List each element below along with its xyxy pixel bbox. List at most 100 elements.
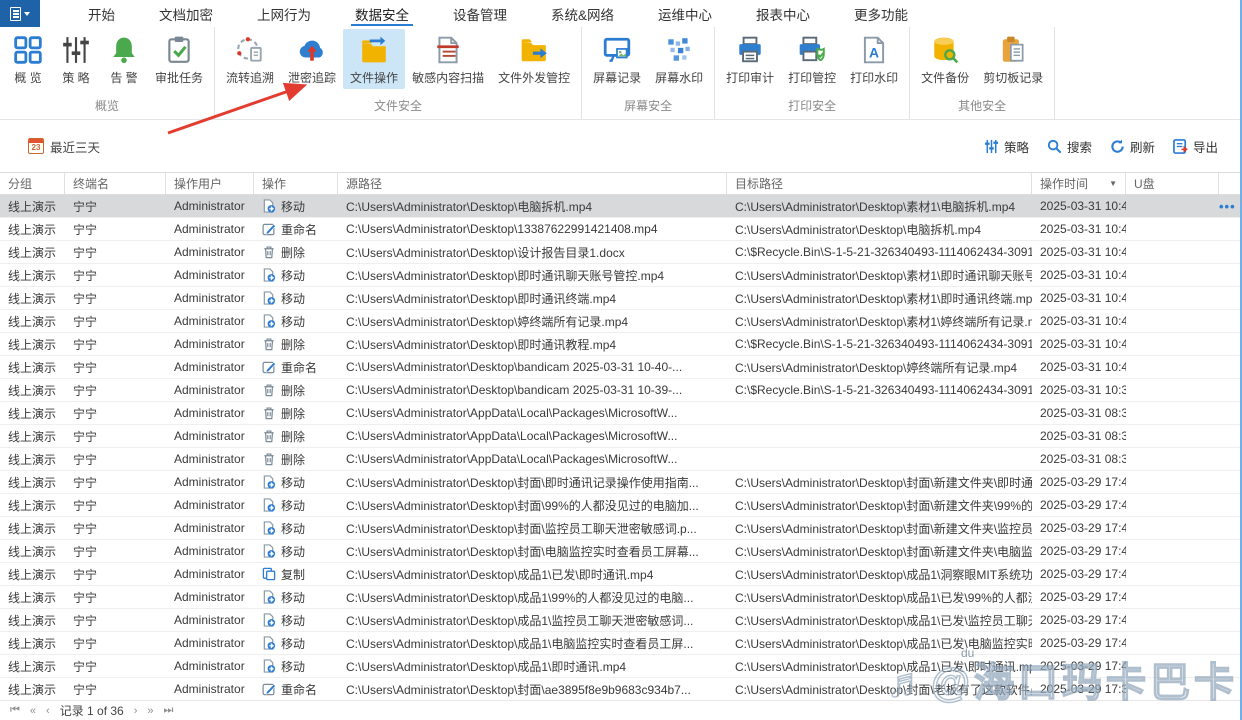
- table-row[interactable]: 线上演示宁宁Administrator删除C:\Users\Administra…: [0, 425, 1240, 448]
- ribbon-button[interactable]: 打印审计: [719, 29, 781, 89]
- cell-source: C:\Users\Administrator\Desktop\封面\即时通讯记录…: [338, 474, 727, 491]
- cell-stub: •••: [1219, 199, 1240, 214]
- last-page-button[interactable]: ⏭: [164, 704, 174, 717]
- table-row[interactable]: 线上演示宁宁Administrator移动C:\Users\Administra…: [0, 310, 1240, 333]
- ribbon-button[interactable]: 流转追溯: [219, 29, 281, 89]
- table-row[interactable]: 线上演示宁宁Administrator移动C:\Users\Administra…: [0, 494, 1240, 517]
- ribbon-button[interactable]: 审批任务: [148, 29, 210, 89]
- cell-source: C:\Users\Administrator\Desktop\封面\监控员工聊天…: [338, 520, 727, 537]
- column-header-user[interactable]: 操作用户: [166, 173, 254, 194]
- column-header-terminal[interactable]: 终端名: [65, 173, 166, 194]
- table-row[interactable]: 线上演示宁宁Administrator重命名C:\Users\Administr…: [0, 356, 1240, 379]
- first-page-button[interactable]: ⏮: [10, 704, 20, 717]
- table-row[interactable]: 线上演示宁宁Administrator删除C:\Users\Administra…: [0, 448, 1240, 471]
- ribbon-button[interactable]: 剪切板记录: [976, 29, 1050, 89]
- menu-tab[interactable]: 设备管理: [431, 0, 529, 27]
- cell-source: C:\Users\Administrator\Desktop\成品1\即时通讯.…: [338, 658, 727, 675]
- ribbon-button[interactable]: 概 览: [4, 29, 52, 89]
- cell-terminal: 宁宁: [65, 543, 166, 560]
- cell-terminal: 宁宁: [65, 244, 166, 261]
- menu-tab[interactable]: 系统&网络: [529, 0, 636, 27]
- toolbar-actions: 策略搜索刷新导出: [984, 137, 1218, 156]
- column-header-stub[interactable]: [1219, 173, 1242, 194]
- cell-terminal: 宁宁: [65, 290, 166, 307]
- table-row[interactable]: 线上演示宁宁Administrator移动C:\Users\Administra…: [0, 632, 1240, 655]
- ribbon-button-label: 告 警: [110, 69, 137, 86]
- ribbon-button[interactable]: 文件外发管控: [491, 29, 577, 89]
- table-row[interactable]: 线上演示宁宁Administrator重命名C:\Users\Administr…: [0, 218, 1240, 241]
- table-row[interactable]: 线上演示宁宁Administrator删除C:\Users\Administra…: [0, 241, 1240, 264]
- cell-time: 2025-03-31 10:44:45: [1032, 199, 1126, 213]
- ribbon-button[interactable]: A打印水印: [843, 29, 905, 89]
- cell-target: C:\Users\Administrator\Desktop\封面\新建文件夹\…: [727, 497, 1032, 514]
- column-header-time[interactable]: 操作时间▼: [1032, 173, 1126, 194]
- menu-tab[interactable]: 更多功能: [832, 0, 930, 27]
- policy-button[interactable]: 策略: [984, 137, 1029, 156]
- table-row[interactable]: 线上演示宁宁Administrator移动C:\Users\Administra…: [0, 540, 1240, 563]
- column-header-source[interactable]: 源路径: [338, 173, 727, 194]
- column-header-group[interactable]: 分组: [0, 173, 65, 194]
- column-header-usb[interactable]: U盘: [1126, 173, 1219, 194]
- column-header-target[interactable]: 目标路径: [727, 173, 1032, 194]
- menu-tab[interactable]: 开始: [66, 0, 137, 27]
- date-filter-button[interactable]: 23 最近三天: [28, 137, 100, 156]
- table-row[interactable]: 线上演示宁宁Administrator移动C:\Users\Administra…: [0, 655, 1240, 678]
- table-row[interactable]: 线上演示宁宁Administrator移动C:\Users\Administra…: [0, 471, 1240, 494]
- column-header-op[interactable]: 操作: [254, 173, 338, 194]
- fast-next-button[interactable]: »: [147, 705, 153, 717]
- filter-caret-icon[interactable]: ▼: [1109, 179, 1117, 188]
- table-row[interactable]: 线上演示宁宁Administrator删除C:\Users\Administra…: [0, 333, 1240, 356]
- ribbon-button[interactable]: 屏幕水印: [648, 29, 710, 89]
- table-row[interactable]: 线上演示宁宁Administrator复制C:\Users\Administra…: [0, 563, 1240, 586]
- delete-icon: [262, 245, 276, 259]
- ribbon-button[interactable]: 敏感内容扫描: [405, 29, 491, 89]
- table-row[interactable]: 线上演示宁宁Administrator重命名C:\Users\Administr…: [0, 678, 1240, 700]
- table-row[interactable]: 线上演示宁宁Administrator移动C:\Users\Administra…: [0, 517, 1240, 540]
- cell-target: C:\Users\Administrator\Desktop\婷终端所有记录.m…: [727, 359, 1032, 376]
- table-row[interactable]: 线上演示宁宁Administrator移动C:\Users\Administra…: [0, 195, 1240, 218]
- cell-time: 2025-03-31 08:33:22: [1032, 406, 1126, 420]
- cell-user: Administrator: [166, 475, 254, 489]
- cell-target: C:\Users\Administrator\Desktop\素材1\即时通讯终…: [727, 290, 1032, 307]
- table-row[interactable]: 线上演示宁宁Administrator删除C:\Users\Administra…: [0, 402, 1240, 425]
- cell-time: 2025-03-29 17:49:20: [1032, 613, 1126, 627]
- ribbon-button[interactable]: 策 略: [52, 29, 100, 89]
- move-icon: [262, 613, 276, 627]
- table-row[interactable]: 线上演示宁宁Administrator移动C:\Users\Administra…: [0, 287, 1240, 310]
- cell-target: C:\Users\Administrator\Desktop\素材1\电脑拆机.…: [727, 198, 1032, 215]
- fast-prev-button[interactable]: «: [30, 705, 36, 717]
- search-button[interactable]: 搜索: [1047, 137, 1092, 156]
- move-icon: [262, 291, 276, 305]
- next-page-button[interactable]: ›: [134, 705, 138, 717]
- operation-label: 删除: [281, 451, 305, 468]
- ribbon-button[interactable]: 文件备份: [914, 29, 976, 89]
- cell-group: 线上演示: [0, 359, 65, 376]
- ribbon-button[interactable]: 屏幕记录: [586, 29, 648, 89]
- app-menu-button[interactable]: [0, 0, 40, 27]
- cell-op: 移动: [254, 198, 338, 215]
- table-row[interactable]: 线上演示宁宁Administrator移动C:\Users\Administra…: [0, 609, 1240, 632]
- table-row[interactable]: 线上演示宁宁Administrator删除C:\Users\Administra…: [0, 379, 1240, 402]
- chevron-down-icon: [24, 12, 30, 16]
- cell-time: 2025-03-31 10:44:43: [1032, 222, 1126, 236]
- cell-user: Administrator: [166, 659, 254, 673]
- cell-terminal: 宁宁: [65, 359, 166, 376]
- cell-group: 线上演示: [0, 566, 65, 583]
- menu-tab[interactable]: 文档加密: [137, 0, 235, 27]
- menu-tab[interactable]: 运维中心: [636, 0, 734, 27]
- menu-tab[interactable]: 上网行为: [235, 0, 333, 27]
- menu-tab[interactable]: 数据安全: [333, 0, 431, 27]
- menu-tab[interactable]: 报表中心: [734, 0, 832, 27]
- export-button[interactable]: 导出: [1173, 137, 1218, 156]
- move-icon: [262, 475, 276, 489]
- refresh-button[interactable]: 刷新: [1110, 137, 1155, 156]
- ribbon-button[interactable]: 泄密追踪: [281, 29, 343, 89]
- table-row[interactable]: 线上演示宁宁Administrator移动C:\Users\Administra…: [0, 586, 1240, 609]
- table-row[interactable]: 线上演示宁宁Administrator移动C:\Users\Administra…: [0, 264, 1240, 287]
- cell-source: C:\Users\Administrator\Desktop\设计报告目录1.d…: [338, 244, 727, 261]
- ribbon-button[interactable]: 告 警: [100, 29, 148, 89]
- row-actions-menu[interactable]: •••: [1219, 199, 1238, 214]
- ribbon-button[interactable]: 打印管控: [781, 29, 843, 89]
- ribbon-button[interactable]: 文件操作: [343, 29, 405, 89]
- prev-page-button[interactable]: ‹: [46, 705, 50, 717]
